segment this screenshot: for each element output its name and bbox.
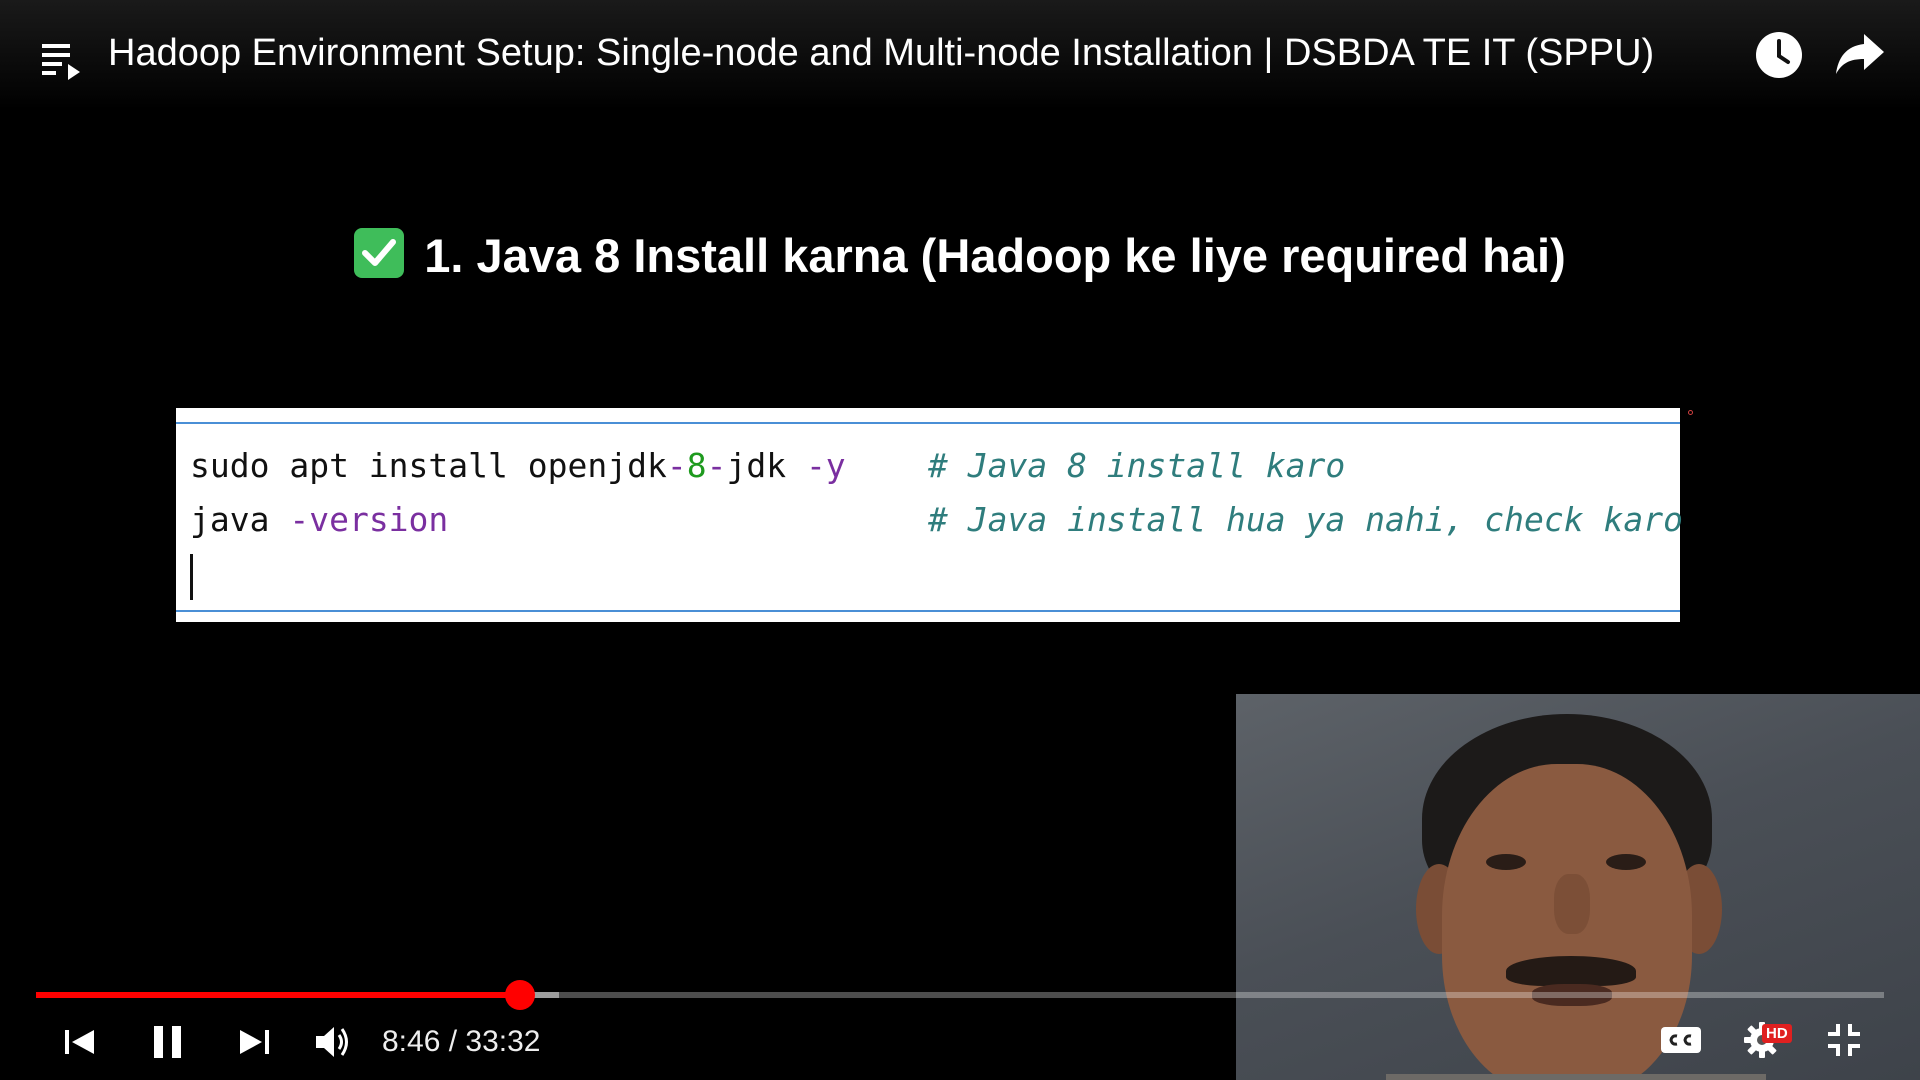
hd-badge: HD	[1762, 1024, 1792, 1043]
duration: 33:32	[465, 1025, 541, 1058]
exit-fullscreen-icon[interactable]	[1824, 1020, 1864, 1060]
watch-later-icon[interactable]	[1754, 30, 1804, 80]
progress-scrubber[interactable]	[505, 980, 536, 1010]
time-display: 8:46 / 33:32	[382, 1022, 540, 1062]
code-option: -y	[805, 446, 846, 485]
code-token: -	[706, 446, 727, 485]
time-separator: /	[440, 1025, 466, 1058]
code-line-1: sudo apt install openjdk-8-jdk -y	[190, 446, 846, 486]
code-comment-2: # Java install hua ya nahi, check karo	[928, 500, 1683, 539]
progress-bar[interactable]	[36, 992, 1884, 998]
code-comment-1: # Java 8 install karo	[928, 446, 1346, 485]
webcam-eye	[1606, 854, 1646, 870]
code-command: jdk	[726, 446, 806, 485]
webcam-nose	[1554, 874, 1590, 934]
playlist-icon[interactable]	[38, 38, 84, 80]
text-cursor	[190, 554, 193, 600]
code-command: java	[190, 500, 290, 539]
code-line-2: java -version	[190, 500, 448, 540]
cc-icon[interactable]	[1660, 1024, 1702, 1056]
code-panel-top-rule	[176, 422, 1680, 424]
share-icon[interactable]	[1834, 30, 1886, 78]
volume-icon[interactable]	[312, 1018, 352, 1066]
code-panel-bottom-rule	[176, 610, 1680, 612]
webcam-eye	[1486, 854, 1526, 870]
next-icon[interactable]	[236, 1018, 272, 1066]
code-token: -	[666, 446, 687, 485]
slide-heading: 1. Java 8 Install karna (Hadoop ke liye …	[0, 226, 1920, 286]
check-mark-icon	[354, 228, 405, 278]
video-title[interactable]: Hadoop Environment Setup: Single-node an…	[108, 30, 1654, 76]
player-top-bar: Hadoop Environment Setup: Single-node an…	[0, 0, 1920, 110]
slide-heading-text: 1. Java 8 Install karna (Hadoop ke liye …	[424, 229, 1566, 282]
presenter-webcam	[1236, 694, 1920, 1080]
webcam-moustache	[1506, 956, 1636, 986]
code-option: -version	[289, 500, 449, 539]
pause-icon[interactable]	[148, 1018, 188, 1066]
code-command: sudo apt install openjdk	[190, 446, 667, 485]
progress-played	[36, 992, 521, 998]
code-number: 8	[686, 446, 707, 485]
current-time: 8:46	[382, 1025, 441, 1058]
webcam-shirt	[1386, 1074, 1766, 1080]
code-snippet-panel: sudo apt install openjdk-8-jdk -y # Java…	[176, 408, 1683, 622]
previous-icon[interactable]	[62, 1018, 98, 1066]
decorative-dot	[1688, 410, 1693, 415]
